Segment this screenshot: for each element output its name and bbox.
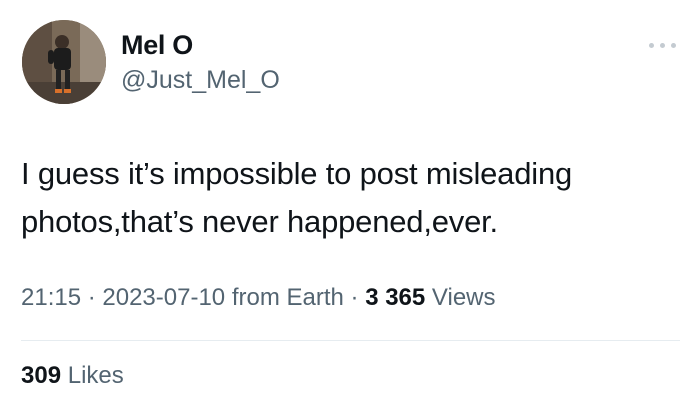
tweet-source: from Earth bbox=[225, 284, 344, 311]
tweet-time[interactable]: 21:15 bbox=[21, 284, 81, 311]
tweet-card: Mel O @Just_Mel_O I guess it’s impossibl… bbox=[0, 0, 700, 411]
views-label: Views bbox=[425, 284, 496, 311]
views-count: 3 365 bbox=[365, 284, 426, 311]
tweet-text-line: I guess it’s impossible to post misleadi… bbox=[21, 156, 573, 191]
divider bbox=[21, 340, 680, 341]
meta-separator: · bbox=[343, 284, 366, 311]
tweet-meta: 21:15 · 2023-07-10 from Earth · 3 365 Vi… bbox=[21, 284, 496, 312]
tweet-date[interactable]: 2023-07-10 bbox=[102, 284, 225, 311]
more-horizontal-icon[interactable] bbox=[646, 36, 680, 54]
avatar[interactable] bbox=[22, 20, 106, 104]
author-handle[interactable]: @Just_Mel_O bbox=[121, 66, 280, 95]
tweet-text: I guess it’s impossible to post misleadi… bbox=[21, 150, 681, 246]
likes-count: 309 bbox=[21, 362, 62, 389]
avatar-photo bbox=[22, 20, 106, 104]
tweet-text-line: photos,that’s never happened,ever. bbox=[21, 204, 498, 239]
likes-stat[interactable]: 309 Likes bbox=[21, 362, 124, 390]
meta-separator: · bbox=[81, 284, 103, 311]
author-name[interactable]: Mel O bbox=[121, 30, 193, 61]
likes-label: Likes bbox=[61, 362, 124, 389]
